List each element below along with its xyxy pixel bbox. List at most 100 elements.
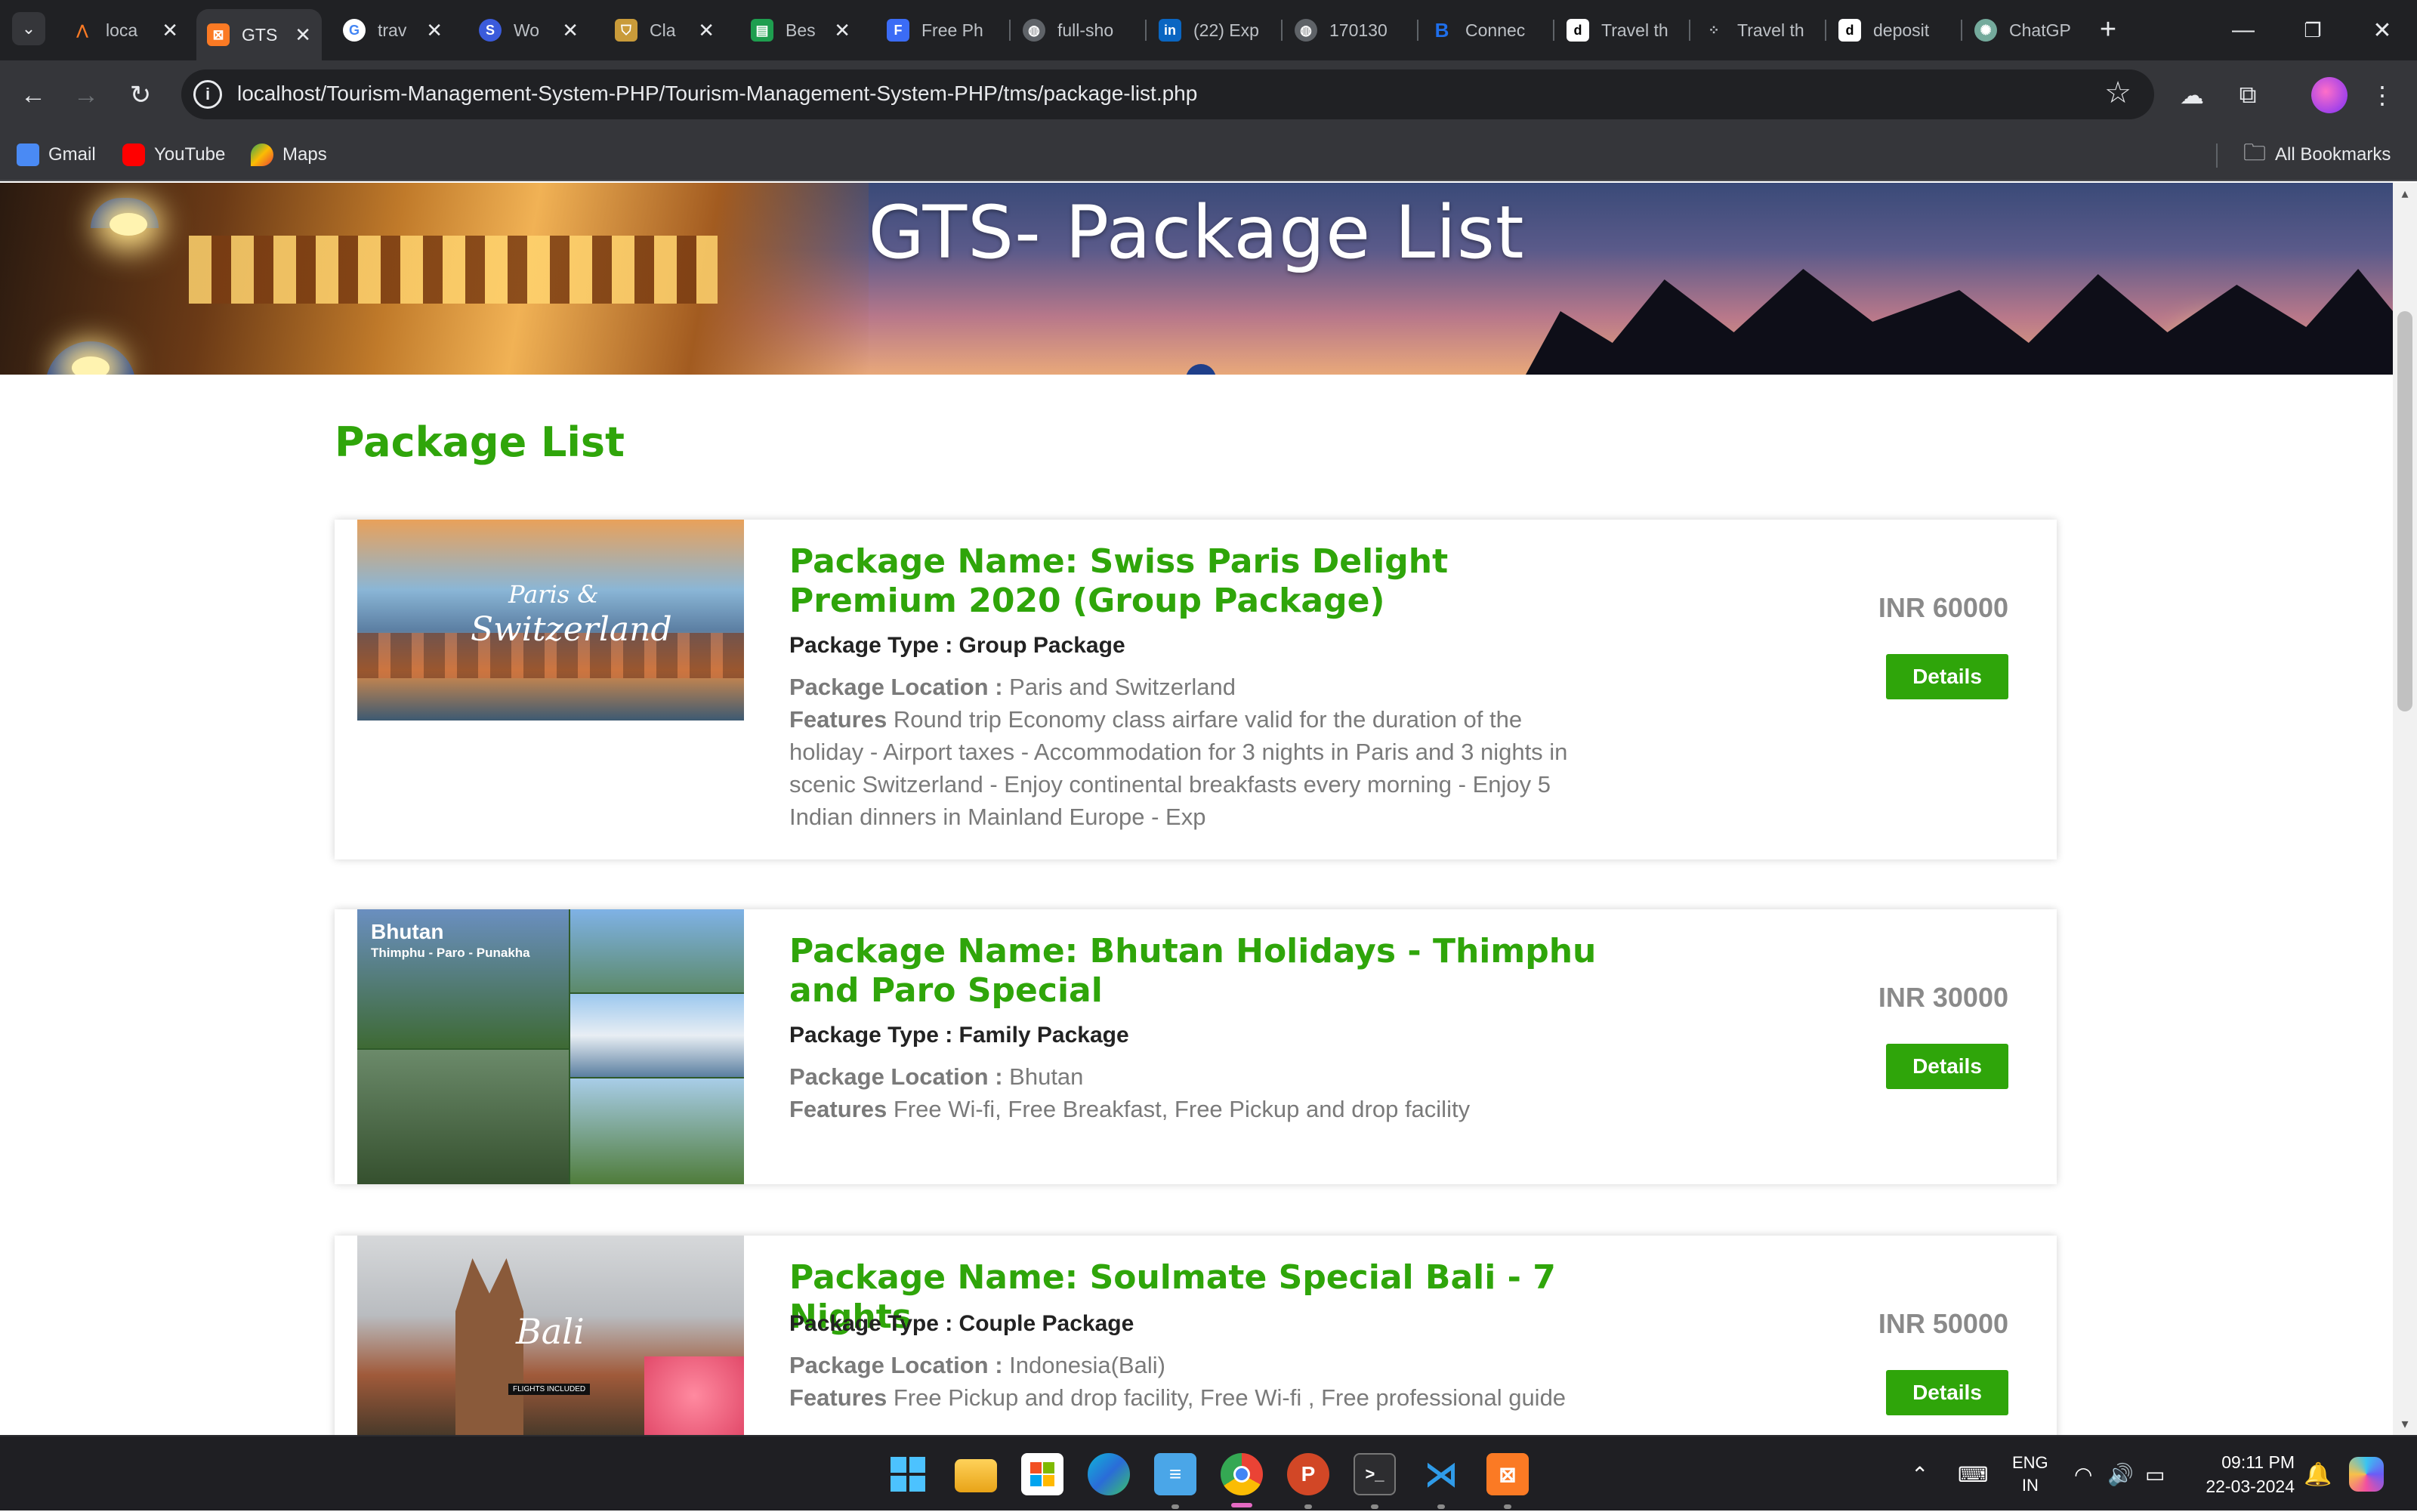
microsoft-store-icon[interactable] [1021,1453,1063,1495]
tab-12[interactable]: d Travel th [1556,9,1684,51]
back-button[interactable]: ← [12,74,54,116]
close-icon[interactable]: ✕ [162,19,178,42]
volume-icon[interactable]: 🔊 [2107,1436,2134,1512]
tab-4[interactable]: S Wo ✕ [468,9,589,51]
vscode-icon[interactable]: ⋊ [1420,1453,1462,1495]
tab-search-button[interactable]: ⌄ [12,12,45,45]
package-name: Package Name: Swiss Paris Delight Premiu… [789,542,1449,620]
linkedin-icon: in [1159,19,1181,42]
tab-separator [1553,20,1554,41]
puzzle-extensions-icon[interactable]: ⧉ [2230,77,2266,113]
terminal-icon[interactable]: >_ [1354,1453,1396,1495]
package-type: Package Type : Family Package [789,1023,1129,1048]
tab-14[interactable]: d deposit [1828,9,1956,51]
details-button[interactable]: Details [1886,1370,2008,1415]
tab-1[interactable]: ⋀ loca ✕ [60,9,189,51]
running-indicator [1437,1504,1445,1509]
tray-overflow-icon[interactable]: ⌃ [1911,1436,1928,1512]
active-app-indicator [1231,1503,1252,1507]
minimize-button[interactable]: — [2209,0,2278,60]
globe-icon: ◍ [1023,19,1045,42]
reload-button[interactable]: ↻ [119,74,162,116]
bookmark-gmail[interactable]: Gmail [17,137,96,172]
copilot-icon[interactable] [2349,1436,2384,1512]
restore-button[interactable]: ❐ [2278,0,2348,60]
menu-kebab-icon[interactable]: ⋮ [2364,77,2400,113]
tab-3[interactable]: G trav ✕ [332,9,453,51]
wifi-icon[interactable]: ◠ [2074,1436,2092,1512]
tab-2-active[interactable]: ⊠ GTS ✕ [196,9,322,60]
section-heading: Package List [335,418,625,466]
tab-6[interactable]: ▤ Bes ✕ [740,9,861,51]
running-indicator [1304,1504,1312,1509]
tab-8[interactable]: ◍ full-sho [1012,9,1133,51]
powerpoint-icon[interactable]: P [1287,1453,1329,1495]
language-indicator[interactable]: ENG IN [2012,1436,2048,1512]
scroll-up-icon[interactable]: ▴ [2393,186,2417,202]
tab-separator [1689,20,1690,41]
keyboard-icon[interactable]: ⌨ [1958,1436,1988,1512]
tab-10[interactable]: ◍ 170130 [1284,9,1405,51]
scroll-down-icon[interactable]: ▾ [2393,1416,2417,1432]
scrollbar-thumb[interactable] [2397,311,2412,711]
edge-browser-icon[interactable] [1088,1453,1130,1495]
chevron-down-icon: ⌄ [21,19,36,38]
tab-15[interactable]: ✺ ChatGP [1964,9,2085,51]
tab-11[interactable]: B Connec [1420,9,1548,51]
bookmark-maps[interactable]: Maps [251,137,327,172]
notepad-icon[interactable]: ≡ [1154,1453,1196,1495]
bookmark-star-icon[interactable]: ☆ [2104,76,2131,110]
close-icon[interactable]: ✕ [426,19,443,42]
new-tab-button[interactable]: + [2089,11,2127,48]
tab-separator [1145,20,1147,41]
windows-start-icon[interactable] [887,1453,929,1495]
bookmark-youtube[interactable]: YouTube [122,137,225,172]
tab-13[interactable]: ⁘ Travel th [1692,9,1820,51]
url-text[interactable]: localhost/Tourism-Management-System-PHP/… [237,82,1197,106]
arrow-left-icon: ← [20,80,46,110]
shield-icon: ⛉ [615,19,637,42]
package-image: Bhutan Thimphu - Paro - Punakha [357,909,744,1184]
tab-9[interactable]: in (22) Exp [1148,9,1269,51]
clock[interactable]: 09:11 PM 22-03-2024 [2195,1436,2295,1512]
maps-icon [251,143,273,166]
package-description: Package Location : Indonesia(Bali) Featu… [789,1352,1567,1411]
close-icon[interactable]: ✕ [834,19,850,42]
details-button[interactable]: Details [1886,1044,2008,1089]
running-indicator [1371,1504,1378,1509]
tab-separator [1825,20,1826,41]
hero-lamp [1186,364,1216,375]
package-image: Paris & Switzerland [357,520,744,721]
package-card: Paris & Switzerland Package Name: Swiss … [335,520,2057,859]
tab-7[interactable]: F Free Ph [876,9,997,51]
details-button[interactable]: Details [1886,654,2008,699]
image-caption: Bali [516,1311,585,1352]
bookmarks-bar: Gmail YouTube Maps 🗀 All Bookmarks [0,128,2417,181]
battery-icon[interactable]: ▭ [2145,1436,2165,1512]
all-bookmarks[interactable]: 🗀 All Bookmarks [2243,137,2391,172]
close-icon[interactable]: ✕ [562,19,579,42]
image-caption: FLIGHTS INCLUDED [508,1384,591,1395]
globe-icon: ◍ [1295,19,1317,42]
close-icon[interactable]: ✕ [698,19,715,42]
profile-avatar[interactable] [2311,77,2348,113]
close-icon[interactable]: ✕ [295,23,311,47]
xampp-icon[interactable]: ⊠ [1486,1453,1529,1495]
page-scrollbar[interactable]: ▴ ▾ [2393,183,2417,1435]
site-info-icon[interactable]: i [193,80,222,109]
close-window-button[interactable]: ✕ [2348,0,2417,60]
tab-5[interactable]: ⛉ Cla ✕ [604,9,725,51]
image-caption: Thimphu - Paro - Punakha [371,946,530,960]
extension-icon[interactable]: ☁ [2174,77,2210,113]
forward-button[interactable]: → [65,74,107,116]
hero-banner: GTS- Package List [0,183,2393,375]
address-bar[interactable]: i localhost/Tourism-Management-System-PH… [181,69,2154,119]
page-title: GTS- Package List [868,190,1525,275]
hero-palm-silhouette [1526,269,2393,375]
package-description: Package Location : Paris and Switzerland… [789,674,1568,830]
file-explorer-icon[interactable] [955,1459,997,1492]
chrome-icon[interactable] [1221,1453,1263,1495]
notification-bell-icon[interactable]: 🔔 [2304,1436,2332,1512]
youtube-icon [122,143,145,166]
page-viewport: GTS- Package List Package List Paris & S… [0,183,2417,1435]
